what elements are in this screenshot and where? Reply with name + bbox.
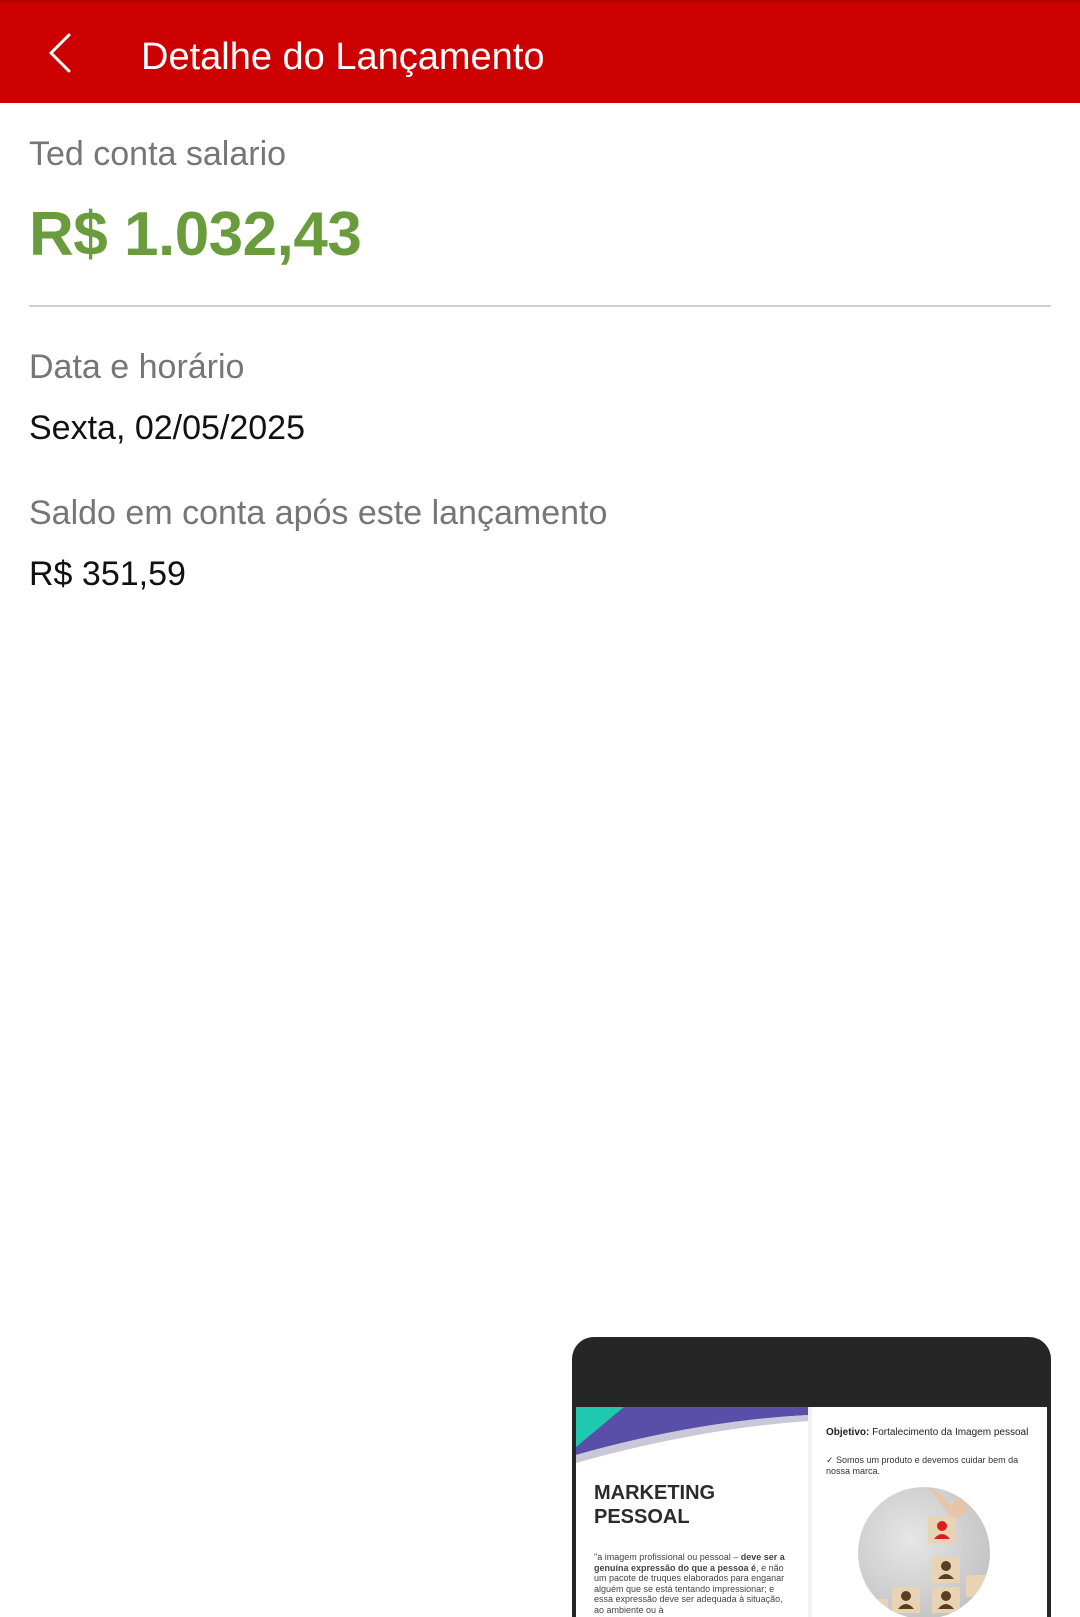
slide-title: MARKETING PESSOAL xyxy=(594,1481,794,1529)
presentation-preview: MARKETING PESSOAL "a imagem profissional… xyxy=(576,1407,1047,1617)
chevron-left-icon xyxy=(49,33,71,73)
objective-label: Objetivo: xyxy=(826,1427,870,1438)
objective-line: Objetivo: Fortalecimento da Imagem pesso… xyxy=(826,1427,1028,1438)
app-header: Detalhe do Lançamento xyxy=(0,0,1080,103)
divider xyxy=(29,305,1051,307)
transaction-amount: R$ 1.032,43 xyxy=(29,200,362,269)
slide-body-segment: "a imagem profissional ou pessoal – xyxy=(594,1552,741,1562)
transaction-description: Ted conta salario xyxy=(29,135,287,173)
balance-label: Saldo em conta após este lançamento xyxy=(29,494,608,532)
floating-preview-window[interactable]: MARKETING PESSOAL "a imagem profissional… xyxy=(572,1337,1051,1617)
date-value: Sexta, 02/05/2025 xyxy=(29,409,306,447)
balance-value: R$ 351,59 xyxy=(29,555,186,593)
blocks-photo-image xyxy=(858,1487,990,1617)
slide-objective: Objetivo: Fortalecimento da Imagem pesso… xyxy=(812,1407,1047,1617)
date-label: Data e horário xyxy=(29,348,245,386)
objective-text: Fortalecimento da Imagem pessoal xyxy=(869,1427,1029,1438)
slide-title-line: PESSOAL xyxy=(594,1506,690,1528)
objective-check-item: ✓ Somos um produto e devemos cuidar bem … xyxy=(826,1455,1019,1476)
people-blocks-illustration xyxy=(866,1487,986,1617)
slide-body-text: "a imagem profissional ou pessoal – deve… xyxy=(594,1552,790,1615)
page-title: Detalhe do Lançamento xyxy=(141,36,545,78)
slide-title-line: MARKETING xyxy=(594,1482,716,1504)
slide-marketing-pessoal: MARKETING PESSOAL "a imagem profissional… xyxy=(576,1407,808,1617)
screen: Detalhe do Lançamento Ted conta salario … xyxy=(0,0,1080,1617)
slide-header-decoration xyxy=(576,1407,808,1463)
back-button[interactable] xyxy=(30,23,90,83)
